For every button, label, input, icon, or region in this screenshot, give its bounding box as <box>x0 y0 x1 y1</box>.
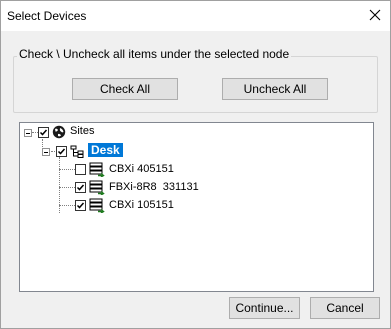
device-checkbox[interactable] <box>75 200 86 211</box>
collapse-icon[interactable] <box>42 148 50 156</box>
select-devices-dialog: Select Devices Check \ Uncheck all items… <box>0 0 391 329</box>
device-icon <box>89 162 105 180</box>
tree-node-device[interactable]: CBXi 405151 <box>20 161 220 179</box>
device-tree[interactable]: Sites Desk CBXi 405151 FBXi-8R8 331131 C… <box>19 122 374 292</box>
device-icon <box>89 198 105 216</box>
collapse-icon[interactable] <box>24 129 32 137</box>
tree-label-desk: Desk <box>88 143 123 157</box>
tree-label-device: CBXi 405151 <box>109 163 174 175</box>
globe-icon <box>52 125 66 142</box>
tree-node-desk[interactable]: Desk <box>20 143 140 161</box>
cancel-button[interactable]: Cancel <box>310 297 380 319</box>
close-icon[interactable] <box>366 6 384 24</box>
tree-node-device[interactable]: CBXi 105151 <box>20 197 220 215</box>
title-bar: Select Devices <box>1 1 390 31</box>
tree-label-sites: Sites <box>70 125 95 137</box>
uncheck-all-button[interactable]: Uncheck All <box>222 78 328 100</box>
network-icon <box>70 145 84 162</box>
check-all-button[interactable]: Check All <box>72 78 178 100</box>
tree-label-device: CBXi 105151 <box>109 199 174 211</box>
tree-node-sites[interactable]: Sites <box>20 124 140 142</box>
device-checkbox[interactable] <box>75 182 86 193</box>
sites-checkbox[interactable] <box>38 127 49 138</box>
device-icon <box>89 180 105 198</box>
tree-label-device: FBXi-8R8 331131 <box>109 181 199 193</box>
group-label: Check \ Uncheck all items under the sele… <box>17 47 292 61</box>
desk-checkbox[interactable] <box>56 146 67 157</box>
continue-button[interactable]: Continue... <box>229 297 300 319</box>
device-checkbox[interactable] <box>75 164 86 175</box>
window-title: Select Devices <box>7 9 87 23</box>
tree-node-device[interactable]: FBXi-8R8 331131 <box>20 179 220 197</box>
